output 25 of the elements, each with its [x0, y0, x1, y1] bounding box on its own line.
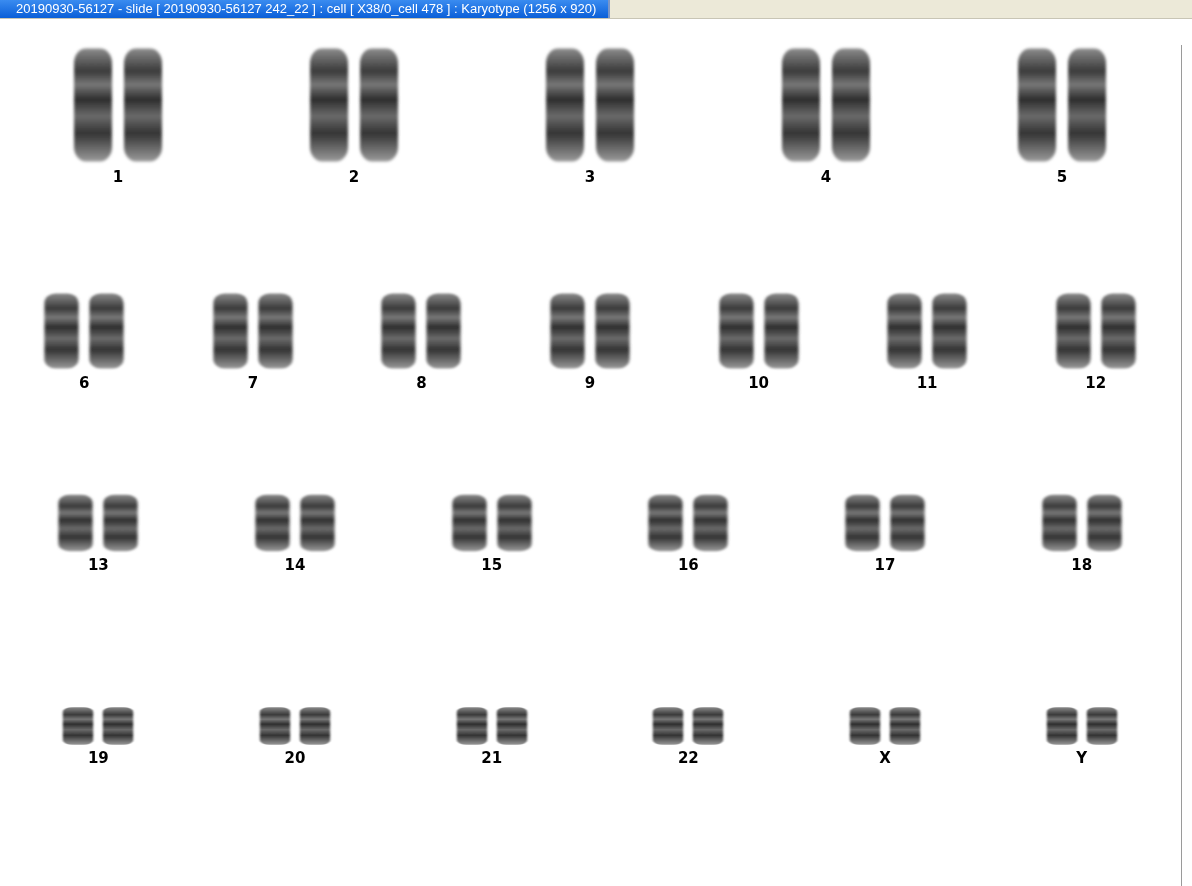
- chromosome-label: 13: [87, 557, 109, 573]
- chromosome-label: 18: [1071, 557, 1093, 573]
- chromosome-label: 20: [284, 750, 306, 766]
- chromosome-label: 7: [247, 375, 259, 391]
- chromosome-label: Y: [1076, 750, 1088, 766]
- chromosome-label: 22: [677, 750, 699, 766]
- chromosome-label: 3: [584, 169, 596, 185]
- chromosome-label: 1: [112, 169, 124, 185]
- window-title: 20190930-56127 - slide [ 20190930-56127 242_22 ] : cell [ X38/0_cell 478 ] : Karyotype (1256 x 920): [0, 0, 611, 18]
- chromosome-label: 9: [584, 375, 596, 391]
- chromosome-label: 11: [916, 375, 938, 391]
- chromosome-label: 5: [1056, 169, 1068, 185]
- chromosome-label: 12: [1085, 375, 1107, 391]
- chromosome-label: 8: [416, 375, 427, 391]
- chromosome-label: 17: [874, 557, 896, 573]
- chromosome-label: 16: [677, 557, 699, 573]
- chromosome-label: 14: [284, 557, 306, 573]
- chromosome-label: 2: [348, 169, 360, 185]
- chromosome-label: 15: [481, 557, 503, 573]
- chromosome-label: 6: [79, 375, 90, 391]
- chromosome-label: 19: [87, 750, 109, 766]
- chromosome-label: 4: [820, 169, 832, 185]
- chromosome-label: 21: [481, 750, 503, 766]
- chromosome-label: 10: [748, 375, 769, 391]
- chromosome-label: X: [879, 750, 891, 766]
